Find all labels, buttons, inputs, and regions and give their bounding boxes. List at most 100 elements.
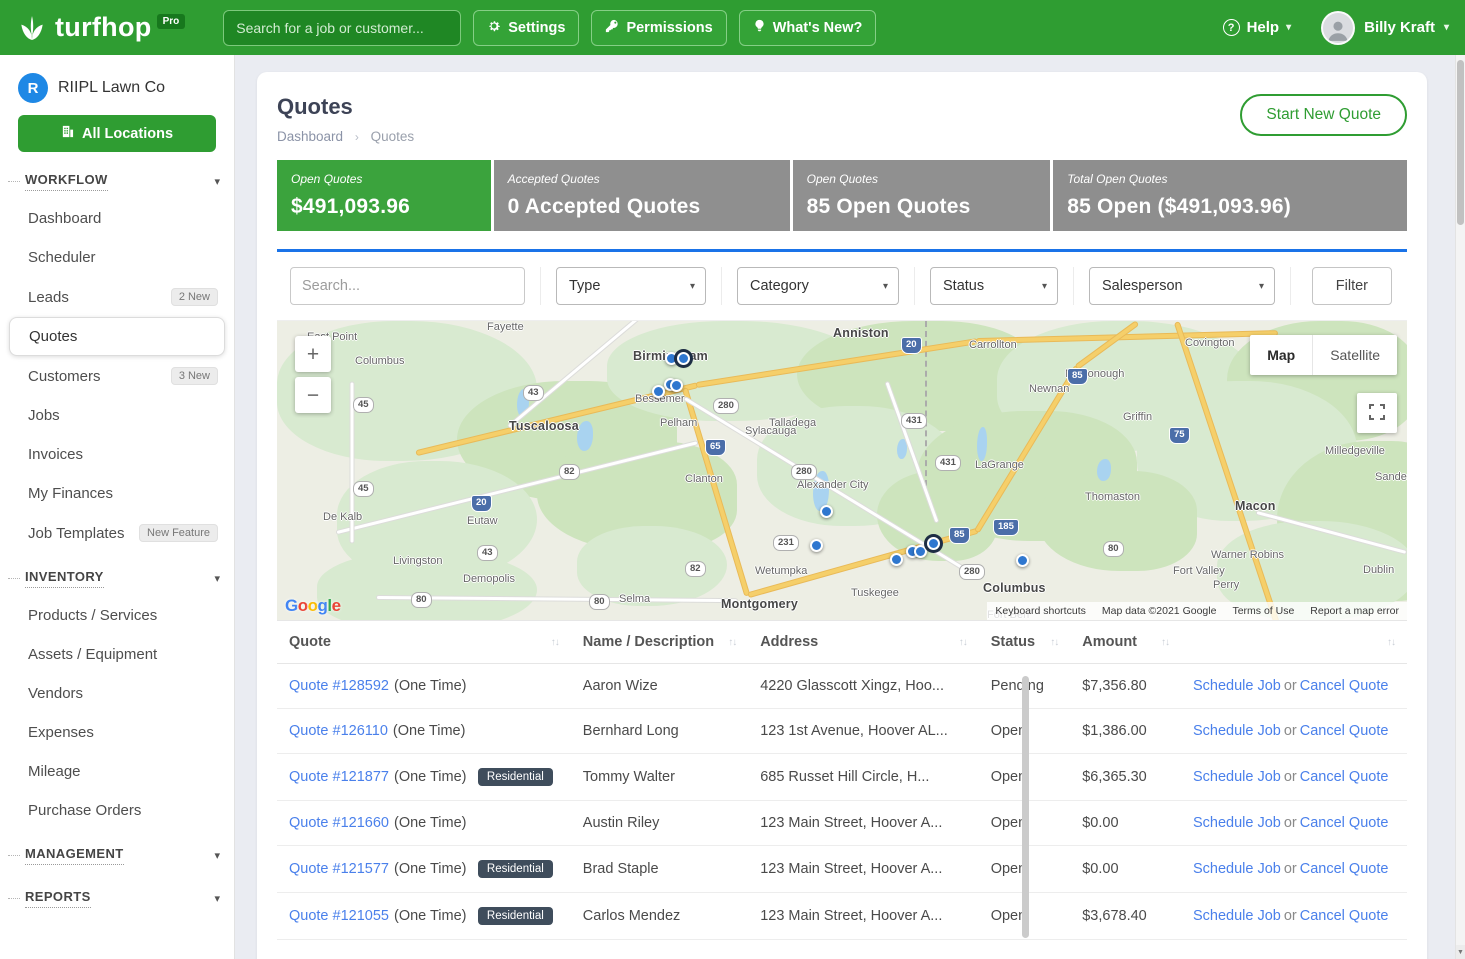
quote-link[interactable]: Quote #121660 xyxy=(289,815,389,831)
fullscreen-button[interactable] xyxy=(1357,393,1397,433)
sidebar-item-scheduler[interactable]: Scheduler xyxy=(0,238,234,277)
breadcrumb-separator: › xyxy=(355,130,359,144)
map-city-label: Macon xyxy=(1235,499,1276,513)
route-shield: 65 xyxy=(705,439,726,456)
quote-map-marker[interactable] xyxy=(820,505,833,518)
permissions-button[interactable]: Permissions xyxy=(591,10,726,46)
sidebar-item-mileage[interactable]: Mileage xyxy=(0,752,234,791)
map-city-label: Griffin xyxy=(1123,411,1152,423)
quote-link[interactable]: Quote #121877 xyxy=(289,769,389,785)
section-management[interactable]: MANAGEMENT ▾ xyxy=(0,830,234,873)
global-search-input[interactable] xyxy=(223,10,461,46)
schedule-job-link[interactable]: Schedule Job xyxy=(1193,908,1281,924)
all-locations-button[interactable]: All Locations xyxy=(18,115,216,152)
sidebar-item-leads[interactable]: Leads2 New xyxy=(0,277,234,317)
quote-link[interactable]: Quote #126110 xyxy=(289,723,388,739)
sidebar-item-my-finances[interactable]: My Finances xyxy=(0,474,234,513)
table-scrollbar[interactable] xyxy=(1022,676,1029,938)
sidebar-item-label: Jobs xyxy=(28,407,60,424)
column-header-address[interactable]: Address↑↓ xyxy=(748,621,979,664)
salesperson-select[interactable]: Salesperson▾ xyxy=(1089,267,1275,305)
section-inventory[interactable]: INVENTORY ▾ xyxy=(0,553,234,596)
terms-of-use-link[interactable]: Terms of Use xyxy=(1232,605,1294,617)
sidebar-item-expenses[interactable]: Expenses xyxy=(0,713,234,752)
filter-button[interactable]: Filter xyxy=(1312,267,1392,305)
whats-new-button[interactable]: What's New? xyxy=(739,10,877,46)
breadcrumb-dashboard-link[interactable]: Dashboard xyxy=(277,129,343,144)
section-workflow[interactable]: WORKFLOW ▾ xyxy=(0,156,234,199)
column-header-amount[interactable]: Amount↑↓ xyxy=(1070,621,1181,664)
stat-accepted-quotes: Accepted Quotes 0 Accepted Quotes xyxy=(494,160,790,231)
schedule-job-link[interactable]: Schedule Job xyxy=(1193,769,1281,785)
settings-button[interactable]: Settings xyxy=(473,10,579,46)
sidebar-item-invoices[interactable]: Invoices xyxy=(0,435,234,474)
type-select[interactable]: Type▾ xyxy=(556,267,706,305)
section-reports[interactable]: REPORTS ▾ xyxy=(0,873,234,916)
report-map-error-link[interactable]: Report a map error xyxy=(1310,605,1399,617)
quote-map-marker[interactable] xyxy=(810,539,823,552)
action-separator: or xyxy=(1284,861,1297,877)
quote-link[interactable]: Quote #128592 xyxy=(289,678,389,694)
window-scrollbar[interactable]: ▼ xyxy=(1455,55,1465,959)
map-view-button[interactable]: Map xyxy=(1250,335,1312,375)
schedule-job-link[interactable]: Schedule Job xyxy=(1193,723,1281,739)
start-new-quote-button[interactable]: Start New Quote xyxy=(1240,94,1407,136)
route-shield: 45 xyxy=(353,397,374,413)
stat-value: 0 Accepted Quotes xyxy=(508,195,776,219)
cancel-quote-link[interactable]: Cancel Quote xyxy=(1300,678,1389,694)
satellite-view-button[interactable]: Satellite xyxy=(1312,335,1397,375)
google-logo[interactable]: Google xyxy=(285,596,341,616)
category-select[interactable]: Category▾ xyxy=(737,267,899,305)
zoom-in-button[interactable]: + xyxy=(295,336,331,372)
cancel-quote-link[interactable]: Cancel Quote xyxy=(1300,769,1389,785)
cancel-quote-link[interactable]: Cancel Quote xyxy=(1300,908,1389,924)
column-header-status[interactable]: Status↑↓ xyxy=(979,621,1071,664)
sidebar-item-job-templates[interactable]: Job TemplatesNew Feature xyxy=(0,513,234,553)
sidebar-item-vendors[interactable]: Vendors xyxy=(0,674,234,713)
quote-map-marker[interactable] xyxy=(914,545,927,558)
schedule-job-link[interactable]: Schedule Job xyxy=(1193,861,1281,877)
residential-badge: Residential xyxy=(478,907,553,925)
quote-map-marker[interactable] xyxy=(890,553,903,566)
column-header-quote[interactable]: Quote↑↓ xyxy=(277,621,571,664)
quote-link[interactable]: Quote #121577 xyxy=(289,861,389,877)
quote-map-marker[interactable] xyxy=(677,352,690,365)
schedule-job-link[interactable]: Schedule Job xyxy=(1193,815,1281,831)
cancel-quote-link[interactable]: Cancel Quote xyxy=(1300,861,1389,877)
sidebar-item-jobs[interactable]: Jobs xyxy=(0,396,234,435)
sidebar-item-label: Invoices xyxy=(28,446,83,463)
sidebar-item-products-services[interactable]: Products / Services xyxy=(0,596,234,635)
lightbulb-icon xyxy=(753,19,766,36)
company-switcher[interactable]: R RIIPL Lawn Co xyxy=(0,71,234,115)
sidebar-item-dashboard[interactable]: Dashboard xyxy=(0,199,234,238)
schedule-job-link[interactable]: Schedule Job xyxy=(1193,678,1281,694)
sidebar-item-assets-equipment[interactable]: Assets / Equipment xyxy=(0,635,234,674)
zoom-out-button[interactable]: − xyxy=(295,377,331,413)
global-search xyxy=(223,10,461,46)
cancel-quote-link[interactable]: Cancel Quote xyxy=(1300,723,1389,739)
scrollbar-thumb[interactable] xyxy=(1457,60,1464,225)
quote-map-marker[interactable] xyxy=(652,385,665,398)
status-select[interactable]: Status▾ xyxy=(930,267,1058,305)
sidebar-item-quotes[interactable]: Quotes xyxy=(9,317,225,356)
sidebar-item-customers[interactable]: Customers3 New xyxy=(0,356,234,396)
brand[interactable]: turfhop Pro xyxy=(16,12,185,44)
help-menu[interactable]: ? Help ▾ xyxy=(1223,19,1292,36)
column-header-name[interactable]: Name / Description↑↓ xyxy=(571,621,748,664)
quotes-search-input[interactable] xyxy=(290,267,525,305)
map-canvas[interactable]: + − Map Satellite Google Keyboard shortc… xyxy=(277,320,1407,620)
keyboard-shortcuts-link[interactable]: Keyboard shortcuts xyxy=(995,605,1085,617)
quote-amount: $7,356.80 xyxy=(1070,664,1181,709)
sidebar-item-purchase-orders[interactable]: Purchase Orders xyxy=(0,791,234,830)
cancel-quote-link[interactable]: Cancel Quote xyxy=(1300,815,1389,831)
quote-link[interactable]: Quote #121055 xyxy=(289,908,389,924)
quote-address: 685 Russet Hill Circle, H... xyxy=(748,754,979,801)
quote-map-marker[interactable] xyxy=(927,537,940,550)
quotes-table-wrap: Quote↑↓ Name / Description↑↓ Address↑↓ S… xyxy=(277,620,1407,940)
scrollbar-down-arrow[interactable]: ▼ xyxy=(1456,945,1465,959)
fullscreen-icon xyxy=(1369,404,1385,423)
map-city-label: Thomaston xyxy=(1085,491,1140,503)
quote-map-marker[interactable] xyxy=(1016,554,1029,567)
user-menu[interactable]: Billy Kraft ▾ xyxy=(1321,11,1449,45)
quote-map-marker[interactable] xyxy=(670,379,683,392)
